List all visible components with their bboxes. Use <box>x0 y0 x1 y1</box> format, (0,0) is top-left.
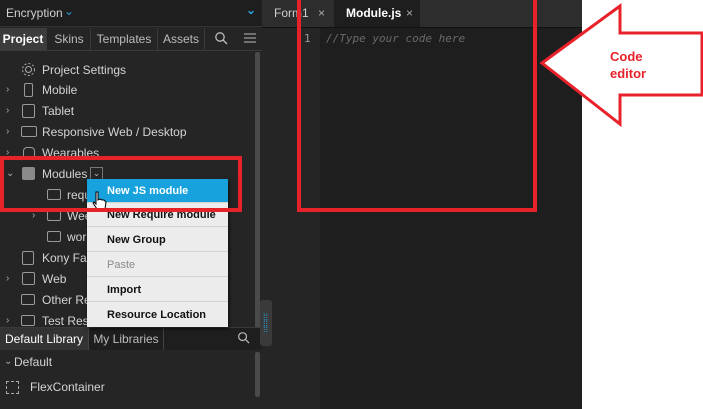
modules-highlight-box <box>0 156 242 212</box>
editor-highlight-box <box>297 0 537 212</box>
callout-line-1: Code <box>610 49 643 64</box>
callout-label: Code editor <box>610 48 646 82</box>
annotation-overlay <box>0 0 703 212</box>
callout-line-2: editor <box>610 66 647 81</box>
